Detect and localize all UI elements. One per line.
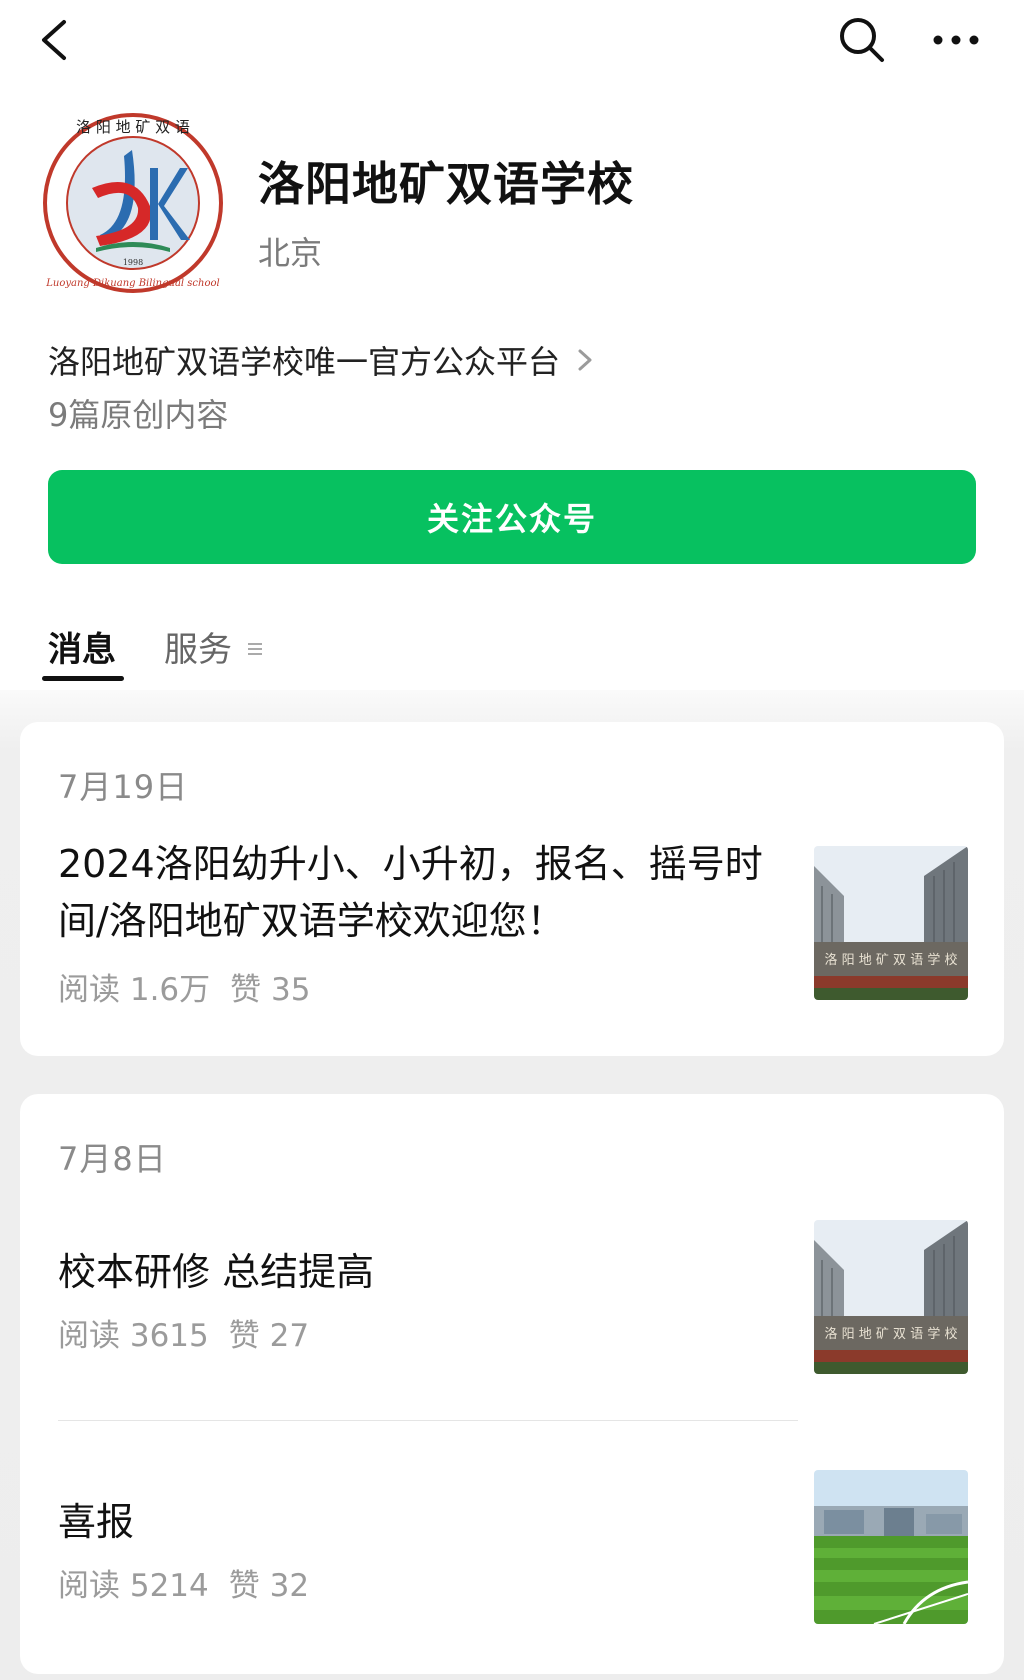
article-title[interactable]: 喜报 (58, 1494, 798, 1551)
svg-text:1998: 1998 (123, 258, 143, 267)
original-count: 9篇原创内容 (48, 396, 229, 434)
message-date: 7月19日 (58, 768, 189, 806)
article-divider (58, 1420, 798, 1421)
account-description-link[interactable]: 洛阳地矿双语学校唯一官方公众平台 (48, 338, 596, 382)
article-stats: 阅读 5214 赞 32 (58, 1560, 329, 1605)
like-count: 赞 35 (230, 972, 311, 1008)
account-profile: 洛 阳 地 矿 双 语 Luoyang Dikuang Bilingual sc… (0, 110, 1024, 310)
school-logo[interactable]: 洛 阳 地 矿 双 语 Luoyang Dikuang Bilingual sc… (40, 110, 226, 296)
account-location: 北京 (258, 234, 323, 272)
back-arrow-icon[interactable] (34, 16, 78, 64)
article-stats: 阅读 1.6万赞 35 (58, 964, 330, 1009)
article-title[interactable]: 2024洛阳幼升小、小升初，报名、摇号时间/洛阳地矿双语学校欢迎您！ (58, 836, 798, 950)
chevron-right-icon (578, 349, 592, 371)
article-thumbnail[interactable] (814, 1470, 968, 1624)
top-bar (0, 0, 1024, 80)
article-thumbnail[interactable]: 洛 阳 地 矿 双 语 学 校 (814, 846, 968, 1000)
svg-text:Luoyang Dikuang Bilingual scho: Luoyang Dikuang Bilingual school (45, 278, 219, 289)
message-card: 7月19日 2024洛阳幼升小、小升初，报名、摇号时间/洛阳地矿双语学校欢迎您！… (20, 722, 1004, 1056)
like-count: 赞 32 (228, 1568, 310, 1604)
tab-services[interactable]: 服务 (164, 622, 232, 671)
like-count: 赞 27 (228, 1318, 310, 1354)
article-thumbnail[interactable]: 洛 阳 地 矿 双 语 学 校 (814, 1220, 968, 1374)
message-card: 7月8日 校本研修 总结提高 阅读 3615 赞 27 洛 阳 地 矿 双 语 学… (20, 1094, 1004, 1674)
more-dots-icon[interactable] (928, 22, 984, 58)
tab-bar: 消息 服务 (0, 610, 1024, 681)
read-count: 阅读 1.6万 (58, 972, 211, 1008)
account-description: 洛阳地矿双语学校唯一官方公众平台 (48, 343, 561, 381)
active-tab-indicator (42, 676, 124, 681)
read-count: 阅读 3615 (58, 1318, 209, 1354)
svg-text:洛 阳 地 矿 双 语: 洛 阳 地 矿 双 语 (76, 118, 190, 136)
account-name: 洛阳地矿双语学校 (258, 157, 634, 211)
message-date: 7月8日 (58, 1140, 167, 1178)
svg-text:洛 阳 地 矿 双 语 学 校: 洛 阳 地 矿 双 语 学 校 (825, 952, 958, 968)
menu-lines-icon (248, 643, 262, 655)
follow-button[interactable]: 关注公众号 (48, 470, 976, 564)
search-icon[interactable] (836, 14, 888, 66)
article-stats: 阅读 3615 赞 27 (58, 1310, 329, 1355)
read-count: 阅读 5214 (58, 1568, 209, 1604)
article-title[interactable]: 校本研修 总结提高 (58, 1244, 798, 1301)
svg-text:洛 阳 地 矿 双 语 学 校: 洛 阳 地 矿 双 语 学 校 (825, 1326, 958, 1342)
tab-messages[interactable]: 消息 (48, 622, 116, 671)
